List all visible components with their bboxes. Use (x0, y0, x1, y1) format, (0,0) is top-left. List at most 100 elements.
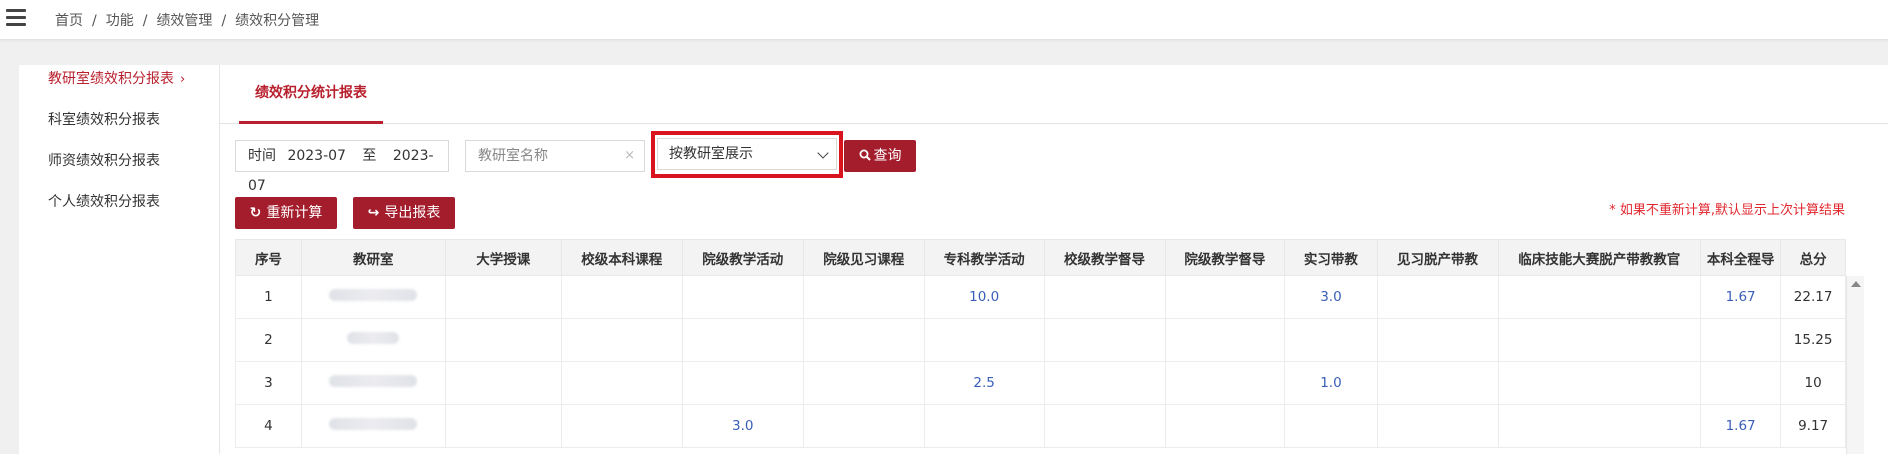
cell-link[interactable]: 2.5 (923, 361, 1045, 405)
cell-link[interactable]: 3.0 (1284, 275, 1378, 319)
column-header[interactable]: 临床技能大赛脱产带教教官 (1497, 239, 1701, 276)
recalc-notice: * 如果不重新计算,默认显示上次计算结果 (1609, 203, 1845, 218)
cell (444, 318, 562, 362)
date-label: 时间 (248, 148, 276, 164)
sidebar-item-department-report[interactable]: 教研室绩效积分报表 › (48, 68, 185, 88)
column-header[interactable]: 本科全程导 (1699, 239, 1782, 276)
column-header[interactable]: 序号 (235, 239, 302, 276)
cell (444, 404, 562, 448)
cell (1376, 404, 1499, 448)
hamburger-icon[interactable] (6, 9, 26, 27)
cell-link[interactable]: 1.67 (1699, 404, 1782, 448)
cell (444, 275, 562, 319)
column-header[interactable]: 院级教学活动 (681, 239, 804, 276)
cell-link[interactable] (1284, 404, 1378, 448)
date-range-field[interactable]: 时间 2023-07 至 2023-07 (235, 140, 449, 194)
tab-bar: 绩效积分统计报表 (220, 65, 1888, 124)
column-header[interactable]: 总分 (1780, 239, 1846, 276)
department-name-input[interactable]: 教研室名称 × (465, 140, 645, 172)
column-header[interactable]: 校级教学督导 (1043, 239, 1166, 276)
breadcrumb-performance[interactable]: 绩效管理 (156, 13, 212, 29)
cell-link[interactable] (1699, 318, 1782, 362)
cell-link[interactable]: 3.0 (681, 404, 804, 448)
table-scrollbar[interactable] (1846, 276, 1864, 454)
column-header[interactable]: 院级教学督导 (1164, 239, 1286, 276)
breadcrumb-sep: / (92, 13, 97, 29)
refresh-icon: ↻ (249, 205, 262, 221)
share-icon: ↪ (367, 205, 380, 221)
display-mode-select[interactable]: 按教研室展示 (657, 138, 837, 170)
cell (1043, 404, 1166, 448)
cell (1497, 318, 1701, 362)
sidebar-item-section-report[interactable]: 科室绩效积分报表 (48, 109, 160, 129)
sidebar-item-label: 师资绩效积分报表 (48, 153, 160, 169)
table-row[interactable]: 4 3.0 1.67 9.17 (235, 404, 1846, 448)
cell (1376, 361, 1499, 405)
report-table: 序号 教研室 大学授课 校级本科课程 院级教学活动 院级见习课程 专科教学活动 … (235, 239, 1846, 448)
cell-link[interactable] (681, 318, 804, 362)
column-header[interactable]: 见习脱产带教 (1376, 239, 1499, 276)
table-row[interactable]: 1 10.0 3.0 1.67 22.17 (235, 275, 1846, 319)
cell-index: 3 (235, 361, 302, 405)
cell-index: 2 (235, 318, 302, 362)
report-table-wrapper: 序号 教研室 大学授课 校级本科课程 院级教学活动 院级见习课程 专科教学活动 … (235, 239, 1846, 454)
cell-total: 10 (1780, 361, 1846, 405)
column-header[interactable]: 实习带教 (1284, 239, 1378, 276)
select-value: 按教研室展示 (669, 146, 753, 162)
cell-link[interactable] (923, 404, 1045, 448)
export-report-button[interactable]: ↪ 导出报表 (353, 197, 455, 229)
column-header[interactable]: 大学授课 (444, 239, 562, 276)
cell (560, 275, 683, 319)
clear-icon[interactable]: × (624, 141, 635, 171)
cell-department-redacted (300, 361, 446, 405)
sidebar: 教研室绩效积分报表 › 科室绩效积分报表 师资绩效积分报表 个人绩效积分报表 (19, 65, 219, 454)
start-month[interactable]: 2023-07 (287, 148, 346, 164)
column-header[interactable]: 院级见习课程 (802, 239, 925, 276)
cell (1497, 404, 1701, 448)
cell (560, 361, 683, 405)
query-button[interactable]: 查询 (844, 140, 916, 172)
cell-department-redacted (300, 275, 446, 319)
sidebar-item-label: 科室绩效积分报表 (48, 112, 160, 128)
cell-link[interactable]: 1.0 (1284, 361, 1378, 405)
column-header[interactable]: 校级本科课程 (560, 239, 683, 276)
cell-link[interactable]: 10.0 (923, 275, 1045, 319)
sidebar-item-label: 教研室绩效积分报表 (48, 71, 174, 87)
tab-statistics-report[interactable]: 绩效积分统计报表 (239, 65, 383, 124)
main-panel: 绩效积分统计报表 时间 2023-07 至 2023-07 教研室名称 × 按教… (219, 65, 1888, 454)
cell-link[interactable] (1284, 318, 1378, 362)
cell (1043, 275, 1166, 319)
table-row[interactable]: 2 15.25 (235, 318, 1846, 362)
cell-link[interactable] (681, 275, 804, 319)
cell (1376, 275, 1499, 319)
cell (560, 404, 683, 448)
breadcrumb-sep: / (221, 13, 227, 29)
recalculate-label: 重新计算 (266, 205, 323, 221)
cell-link[interactable] (681, 361, 804, 405)
cell-link[interactable] (923, 318, 1045, 362)
column-header[interactable]: 专科教学活动 (923, 239, 1045, 276)
recalculate-button[interactable]: ↻ 重新计算 (235, 197, 337, 229)
scroll-up-icon[interactable] (1851, 281, 1861, 287)
breadcrumb-home[interactable]: 首页 (55, 13, 83, 29)
query-label: 查询 (873, 148, 902, 164)
cell (1043, 318, 1166, 362)
cell-department-redacted (300, 404, 446, 448)
breadcrumb-function[interactable]: 功能 (106, 13, 134, 29)
column-header[interactable]: 教研室 (300, 239, 446, 276)
search-icon (859, 149, 871, 161)
top-bar: 首页 / 功能 / 绩效管理 / 绩效积分管理 (0, 0, 1888, 40)
sidebar-item-label: 个人绩效积分报表 (48, 194, 160, 210)
cell-link[interactable]: 1.67 (1699, 275, 1782, 319)
cell (802, 404, 925, 448)
table-row[interactable]: 3 2.5 1.0 10 (235, 361, 1846, 405)
sidebar-item-teacher-report[interactable]: 师资绩效积分报表 (48, 150, 160, 170)
cell-link[interactable] (1699, 361, 1782, 405)
cell-department-redacted (300, 318, 446, 362)
table-header-row: 序号 教研室 大学授课 校级本科课程 院级教学活动 院级见习课程 专科教学活动 … (235, 239, 1846, 276)
sidebar-item-personal-report[interactable]: 个人绩效积分报表 (48, 191, 160, 211)
cell (1497, 361, 1701, 405)
cell (1164, 275, 1286, 319)
breadcrumb-sep: / (142, 13, 148, 29)
cell (802, 361, 925, 405)
